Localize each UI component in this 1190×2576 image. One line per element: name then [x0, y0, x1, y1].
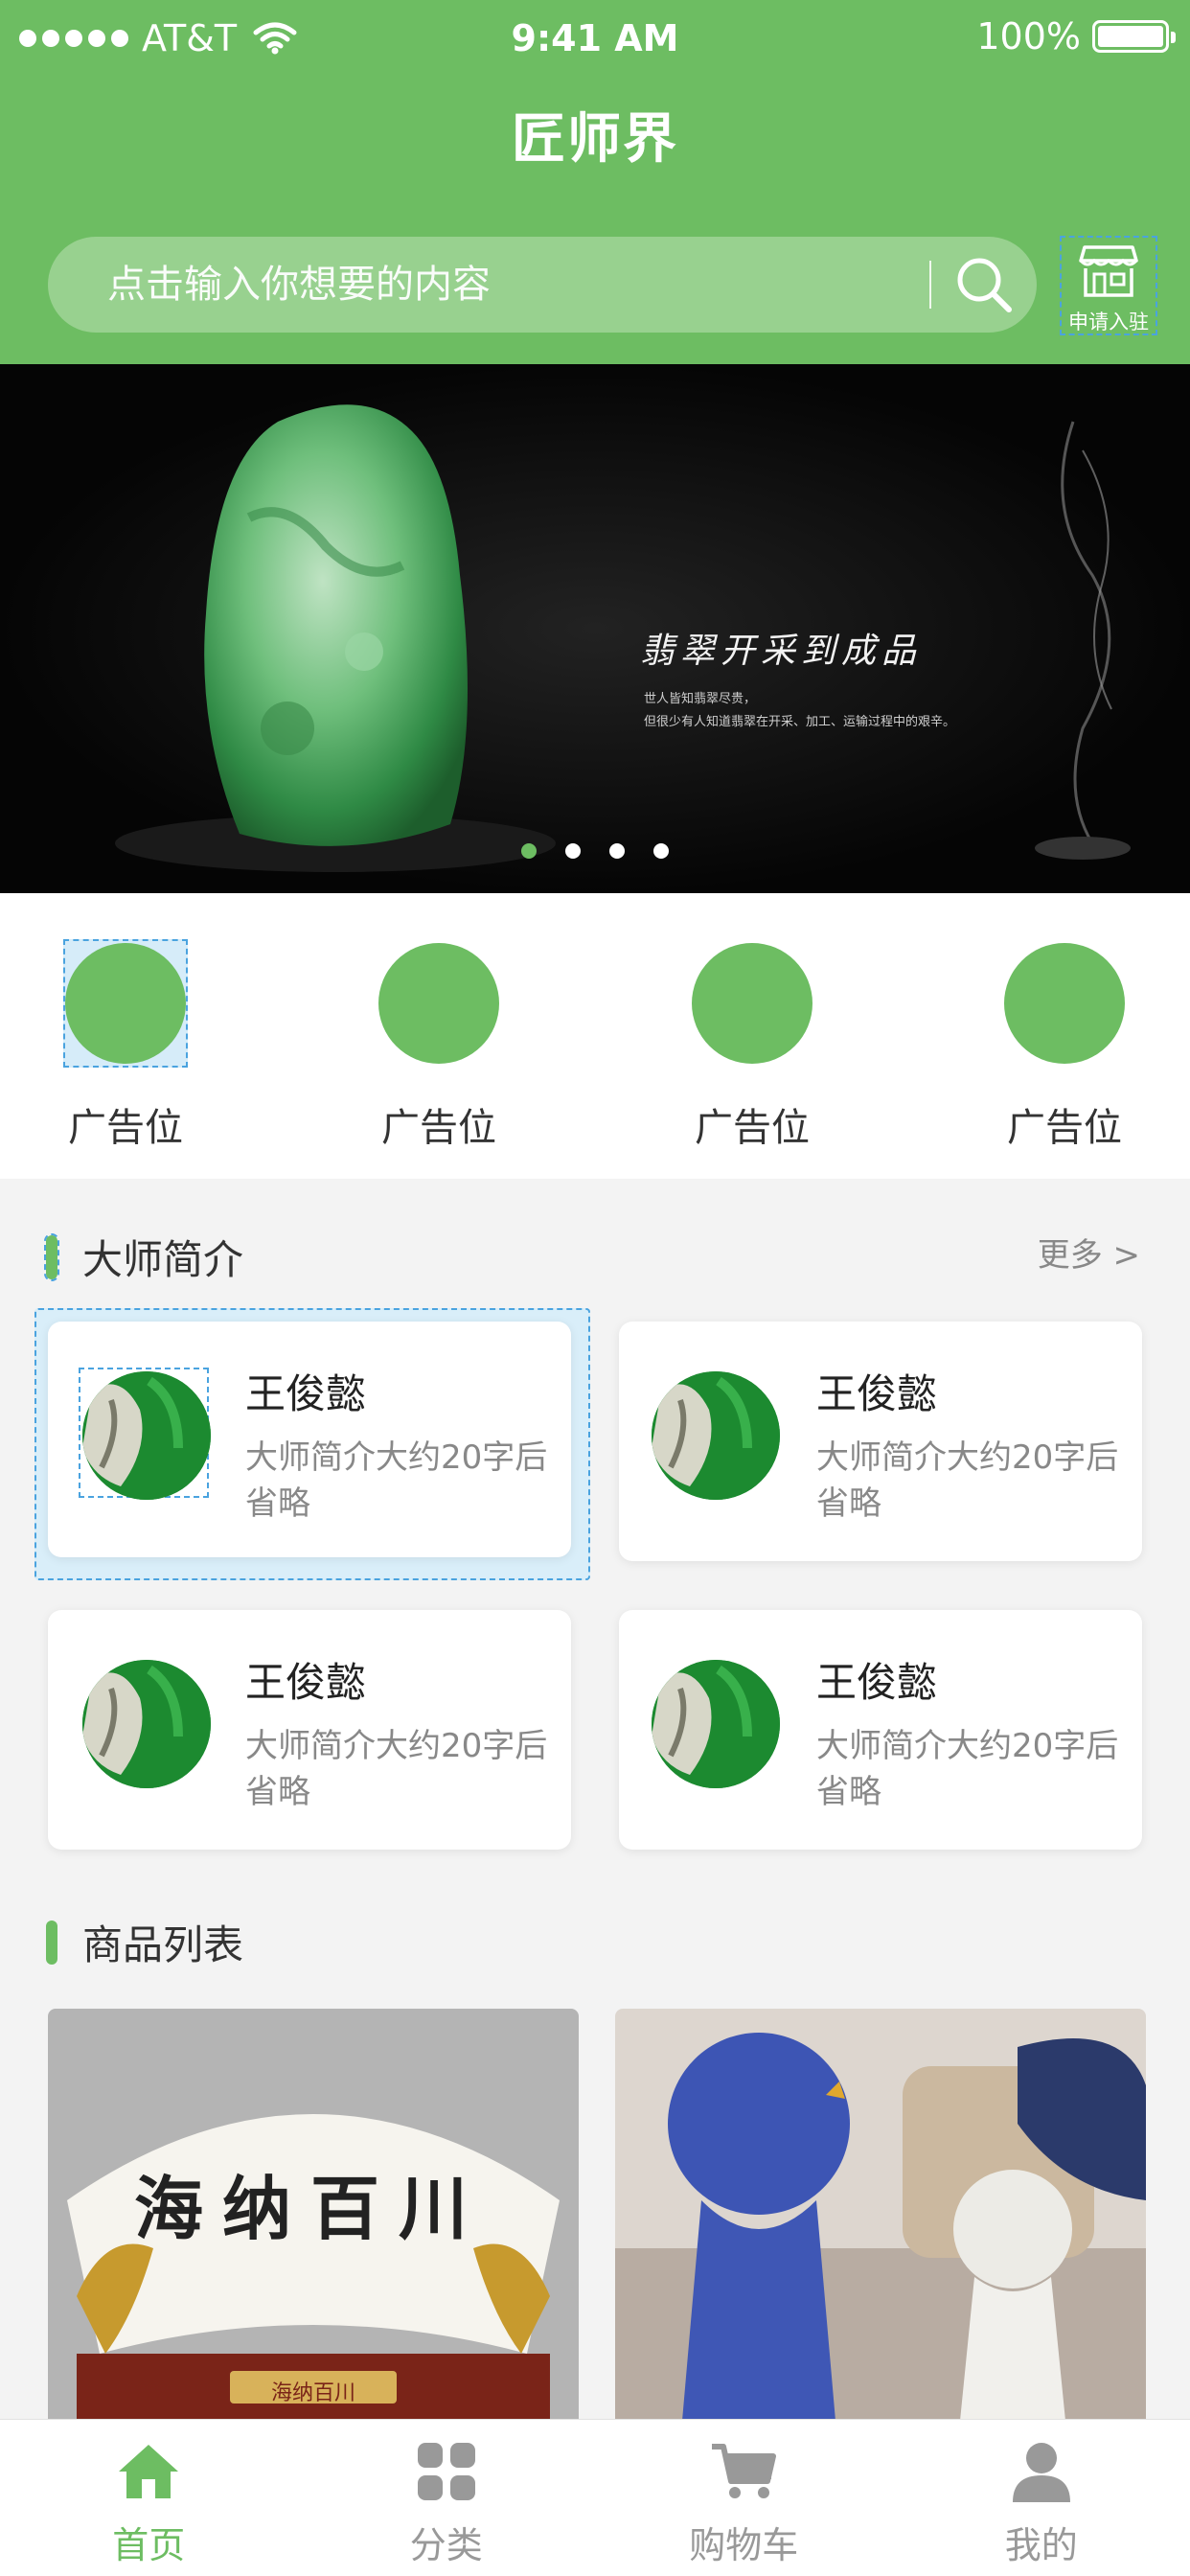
status-bar: AT&T 9:41 AM 100%	[0, 0, 1190, 77]
masters-section-heading: 大师简介	[44, 1228, 244, 1286]
ad-label: 广告位	[381, 1106, 496, 1150]
master-name: 王俊懿	[816, 1659, 938, 1706]
tab-label: 分类	[409, 2524, 483, 2566]
ad-image	[692, 943, 812, 1064]
master-name: 王俊懿	[816, 1370, 938, 1417]
ad-item-1[interactable]: 广告位	[44, 939, 207, 1152]
carousel-dot[interactable]	[609, 843, 625, 859]
avatar	[82, 1660, 211, 1788]
ad-item-2[interactable]: 广告位	[357, 939, 520, 1152]
storefront-icon	[1079, 243, 1138, 303]
master-card[interactable]: 王俊懿 大师简介大约20字后省略	[48, 1322, 571, 1557]
banner-heading: 翡翠开采到成品	[640, 632, 923, 671]
product-plaque-text: 海纳百川	[270, 2381, 355, 2405]
more-link[interactable]: 更多 >	[1038, 1229, 1140, 1276]
master-name: 王俊懿	[245, 1370, 367, 1417]
user-icon	[1011, 2441, 1072, 2506]
ad-row: 广告位 广告位 广告位 广告位	[0, 893, 1190, 1179]
status-right: 100%	[976, 15, 1176, 58]
products-section-heading: 商品列表	[46, 1913, 243, 1971]
master-card[interactable]: 王俊懿 大师简介大约20字后省略	[619, 1610, 1142, 1850]
battery-icon	[1092, 20, 1176, 53]
master-bio: 大师简介大约20字后省略	[816, 1727, 1119, 1811]
avatar	[652, 1371, 780, 1500]
banner-sub-line-1: 世人皆知翡翠尽贵，	[644, 692, 757, 706]
master-card[interactable]: 王俊懿 大师简介大约20字后省略	[48, 1610, 571, 1850]
home-icon	[115, 2441, 182, 2506]
page-title: 匠师界	[512, 108, 678, 171]
app-screen: AT&T 9:41 AM 100% 匠师界 点击输入你想要的内容 申请入驻 翡翠…	[0, 0, 1190, 2576]
ad-item-4[interactable]: 广告位	[983, 939, 1146, 1152]
section-title: 商品列表	[82, 1921, 244, 1968]
apply-join-label: 申请入驻	[1068, 310, 1149, 334]
avatar	[652, 1660, 780, 1788]
search-bar[interactable]	[48, 237, 1037, 333]
tab-category[interactable]: 分类	[298, 2420, 596, 2576]
tab-home[interactable]: 首页	[0, 2420, 298, 2576]
ad-label: 广告位	[695, 1106, 810, 1150]
master-bio: 大师简介大约20字后省略	[816, 1438, 1119, 1523]
cart-icon	[710, 2441, 777, 2506]
master-bio: 大师简介大约20字后省略	[245, 1438, 548, 1523]
carousel-dot[interactable]	[653, 843, 669, 859]
tab-profile[interactable]: 我的	[893, 2420, 1190, 2576]
carousel-dots[interactable]	[0, 843, 1190, 859]
carousel-dot[interactable]	[565, 843, 581, 859]
ad-selection-frame	[63, 939, 188, 1068]
search-icon[interactable]	[931, 237, 1037, 333]
ad-item-3[interactable]: 广告位	[671, 939, 834, 1152]
search-input[interactable]	[48, 237, 929, 333]
banner-sub-line-2: 但很少有人知道翡翠在开采、加工、运输过程中的艰辛。	[644, 715, 956, 729]
tab-label: 购物车	[689, 2524, 799, 2566]
battery-percent: 100%	[976, 15, 1081, 58]
tab-cart[interactable]: 购物车	[595, 2420, 893, 2576]
banner-image	[0, 364, 1190, 893]
product-image-calligraphy: 海纳百川	[134, 2168, 488, 2249]
ad-image	[65, 943, 186, 1064]
tab-label: 我的	[1004, 2524, 1078, 2566]
header: AT&T 9:41 AM 100% 匠师界 点击输入你想要的内容 申请入驻	[0, 0, 1190, 364]
category-icon	[416, 2441, 477, 2506]
master-bio: 大师简介大约20字后省略	[245, 1727, 548, 1811]
ad-label: 广告位	[68, 1106, 183, 1150]
carousel-dot[interactable]	[521, 843, 537, 859]
ad-image	[378, 943, 499, 1064]
product-image	[615, 2009, 1146, 2421]
banner-carousel[interactable]: 翡翠开采到成品 世人皆知翡翠尽贵， 但很少有人知道翡翠在开采、加工、运输过程中的…	[0, 364, 1190, 893]
section-marker	[46, 1920, 57, 1965]
master-card[interactable]: 王俊懿 大师简介大约20字后省略	[619, 1322, 1142, 1561]
section-marker	[44, 1232, 59, 1281]
avatar	[82, 1371, 211, 1500]
master-name: 王俊懿	[245, 1659, 367, 1706]
tab-bar: 首页 分类 购物车 我的	[0, 2419, 1190, 2576]
ad-image	[1004, 943, 1125, 1064]
tab-label: 首页	[112, 2524, 186, 2566]
ad-label: 广告位	[1007, 1106, 1122, 1150]
product-card[interactable]	[615, 2009, 1146, 2421]
section-title: 大师简介	[82, 1236, 244, 1283]
apply-join-button[interactable]: 申请入驻	[1060, 236, 1157, 335]
product-card[interactable]: 海纳百川 海纳百川	[48, 2009, 579, 2421]
